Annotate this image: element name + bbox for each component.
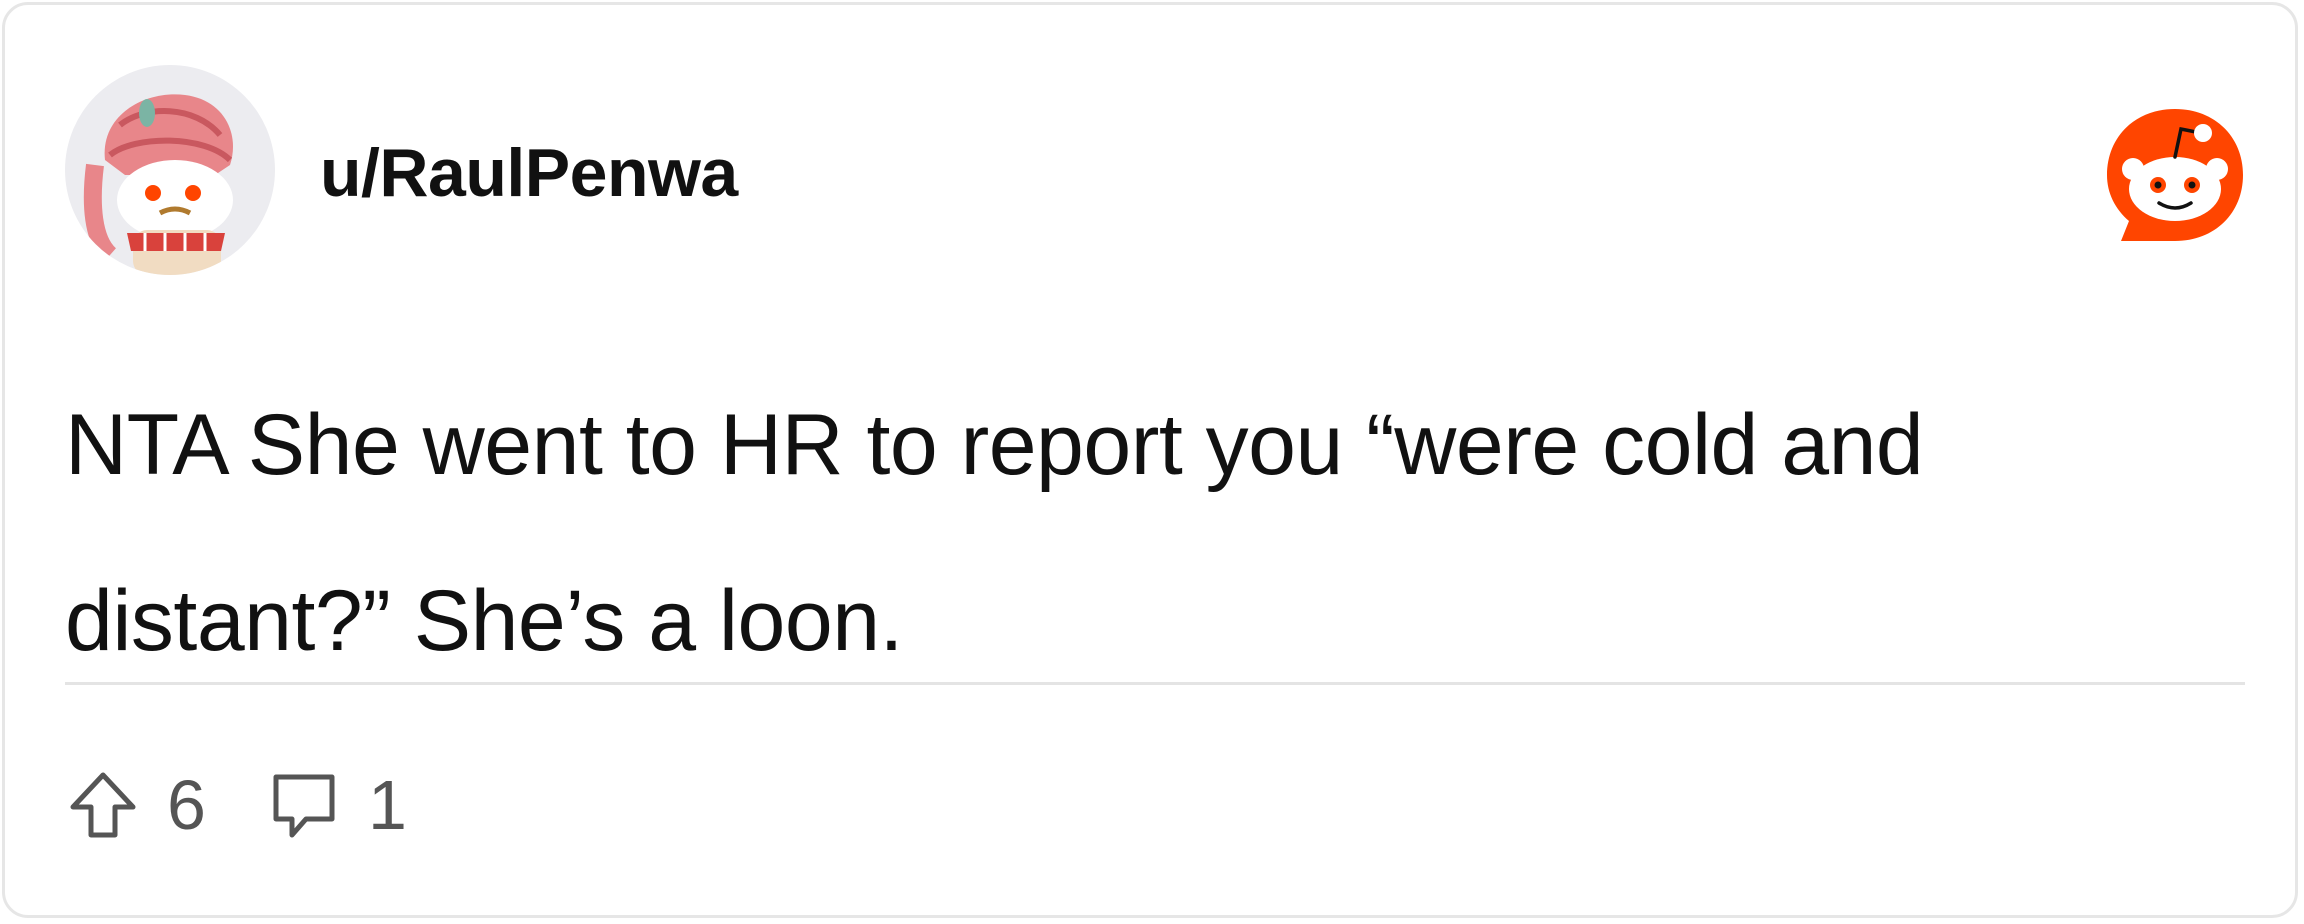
avatar-snoo-icon (83, 94, 233, 275)
comments-button[interactable]: 1 (266, 765, 407, 845)
upvote-arrow-icon (65, 767, 141, 843)
divider (65, 682, 2245, 685)
username[interactable]: u/RaulPenwa (320, 133, 738, 213)
comment-body: NTA She went to HR to report you “were c… (65, 357, 2215, 709)
upvote-count: 6 (167, 766, 206, 844)
comment-bubble-icon (266, 767, 342, 843)
comment-body-line-1: NTA She went to HR to report you “were c… (65, 397, 1924, 493)
comment-count: 1 (367, 766, 407, 844)
upvote-button[interactable]: 6 (65, 765, 206, 845)
action-bar: 6 1 (65, 765, 407, 845)
comment-card: u/RaulPenwa NTA She went to HR to report… (2, 2, 2298, 918)
reddit-snoo-icon (2103, 103, 2248, 248)
avatar[interactable] (65, 65, 275, 275)
